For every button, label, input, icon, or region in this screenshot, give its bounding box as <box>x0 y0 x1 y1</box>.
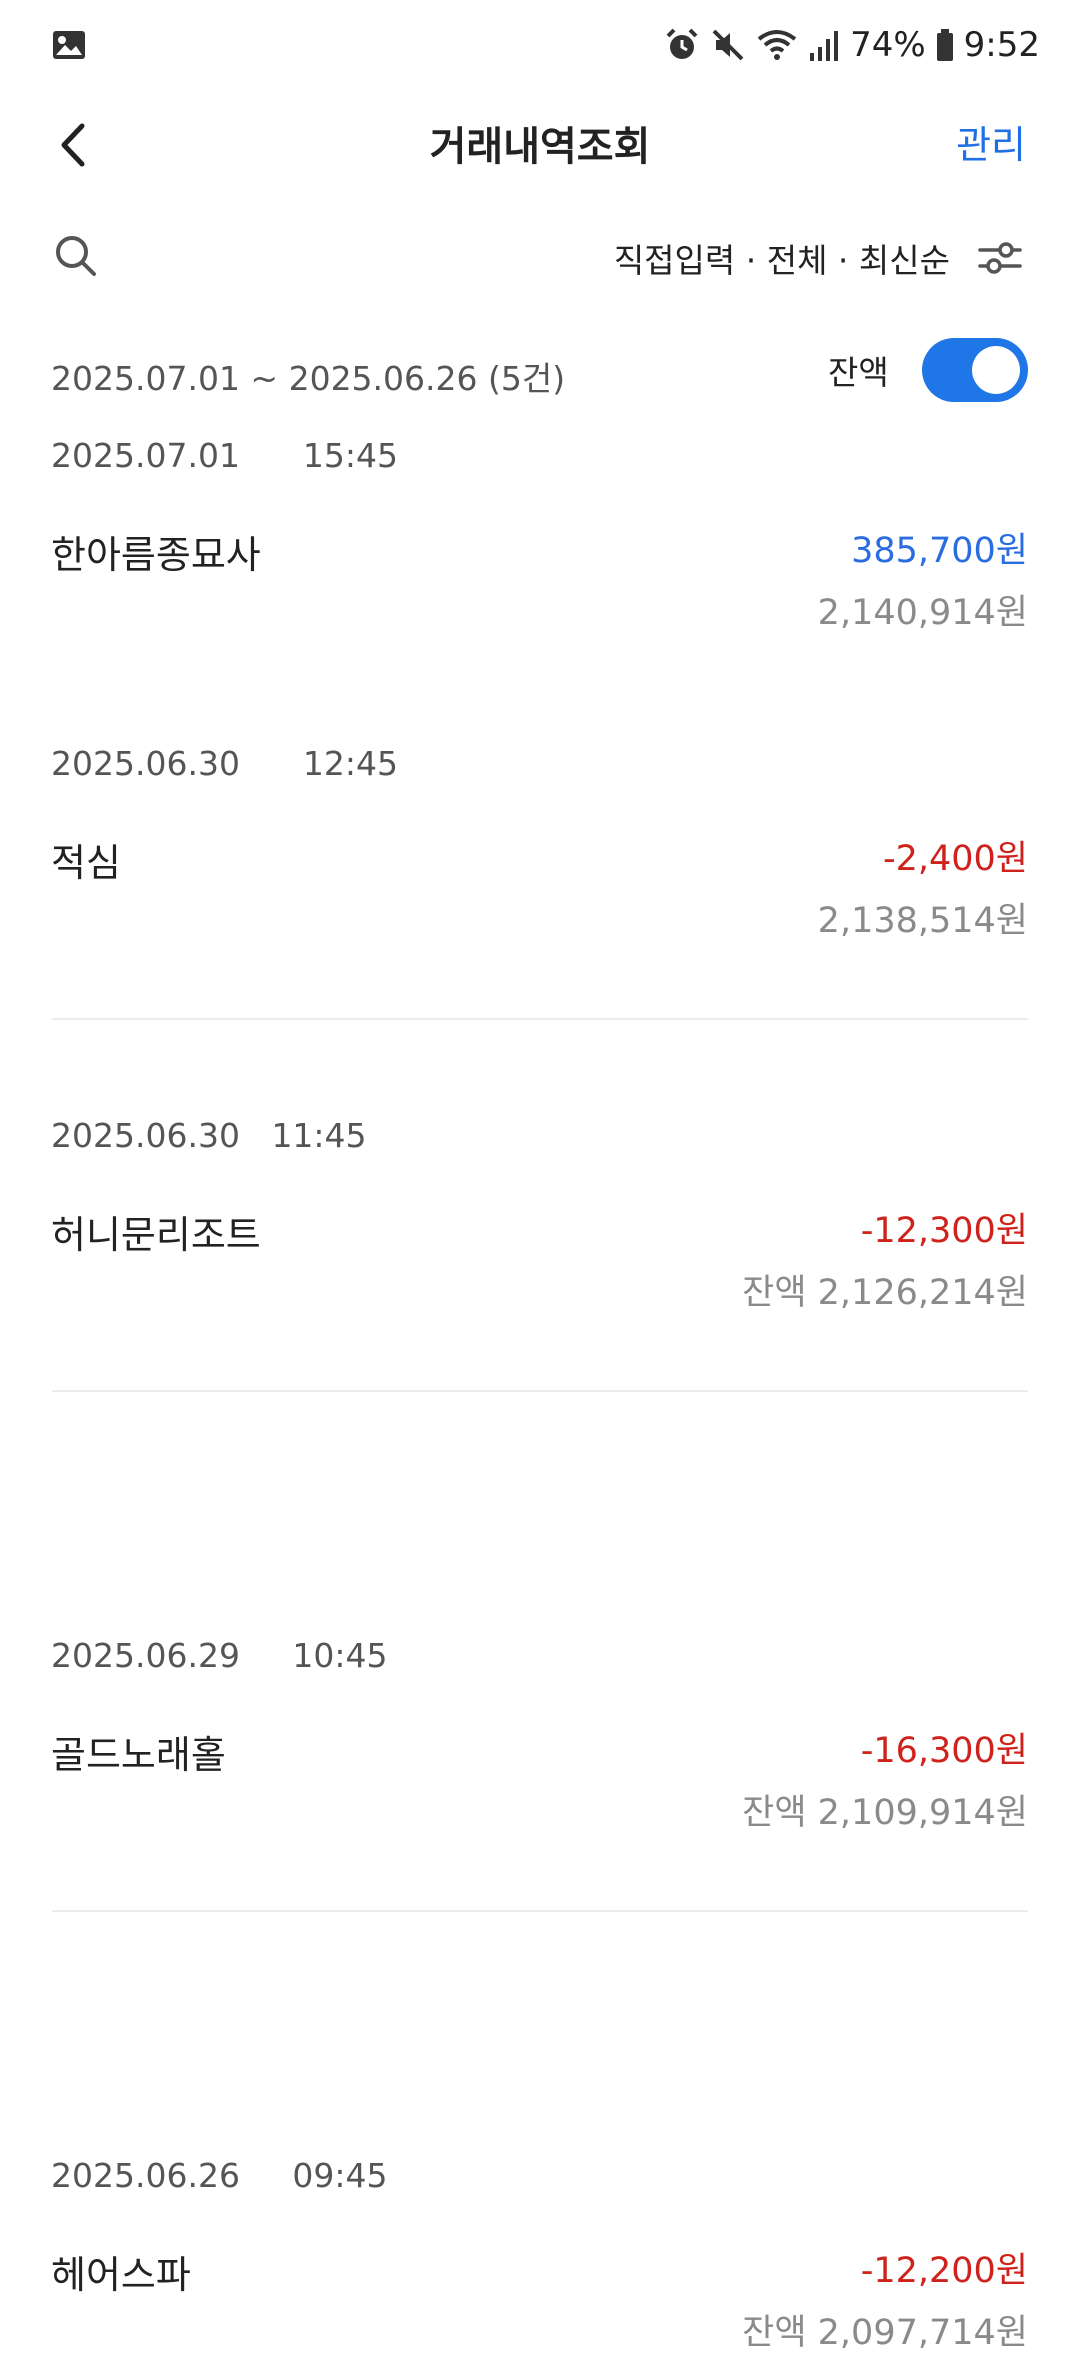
battery-icon <box>936 29 953 61</box>
transaction-date: 2025.06.30 <box>51 744 240 783</box>
transaction-time: 09:45 <box>292 2156 388 2195</box>
divider <box>52 1390 1028 1392</box>
filter-summary[interactable]: 직접입력 · 전체 · 최신순 <box>614 234 950 282</box>
transaction-amount: -12,200원 <box>860 2251 1028 2291</box>
transaction-balance: 잔액 2,097,714원 <box>742 2313 1028 2353</box>
alarm-icon <box>666 28 698 59</box>
filter-sliders-icon[interactable] <box>976 238 1024 278</box>
transaction-merchant: 골드노래홀 <box>51 1733 226 1777</box>
status-icons: 74% 9:52 <box>664 24 1040 66</box>
page-title: 거래내역조회 <box>429 124 651 170</box>
transaction-amount: 385,700원 <box>851 531 1028 571</box>
header: 거래내역조회 관리 <box>0 90 1080 200</box>
transaction-date: 2025.07.01 <box>51 436 240 475</box>
toggle-knob <box>972 346 1020 394</box>
transaction-date: 2025.06.29 <box>51 1636 240 1675</box>
transaction-datetime: 2025.06.29 10:45 <box>51 1636 388 1675</box>
manage-button[interactable]: 관리 <box>956 114 1026 169</box>
transaction-time: 11:45 <box>271 1116 367 1155</box>
transaction-datetime: 2025.07.01 15:45 <box>51 436 398 475</box>
transaction-merchant: 허니문리조트 <box>51 1213 261 1257</box>
transaction-datetime: 2025.06.26 09:45 <box>51 2156 388 2195</box>
period-range: 2025.07.01 ~ 2025.06.26 (5건) <box>51 359 566 398</box>
transaction-datetime: 2025.06.30 12:45 <box>51 744 398 783</box>
transaction-amount: -2,400원 <box>882 839 1028 879</box>
transaction-time: 12:45 <box>302 744 399 783</box>
clock: 9:52 <box>963 25 1040 65</box>
gallery-icon <box>53 31 85 59</box>
transaction-merchant: 한아름종묘사 <box>51 533 261 577</box>
divider <box>52 1910 1028 1912</box>
balance-toggle-label: 잔액 <box>828 353 889 392</box>
transaction-time: 15:45 <box>302 436 399 475</box>
signal-icon <box>810 31 839 61</box>
battery-percent: 74% <box>850 25 926 65</box>
transaction-merchant: 적심 <box>51 841 121 885</box>
search-icon[interactable] <box>52 232 100 280</box>
transaction-merchant: 헤어스파 <box>51 2253 191 2297</box>
status-bar: 74% 9:52 <box>0 0 1080 90</box>
transaction-datetime: 2025.06.30 11:45 <box>51 1116 367 1155</box>
transaction-amount: -16,300원 <box>860 1731 1028 1771</box>
wifi-icon <box>757 30 797 60</box>
transaction-balance: 2,140,914원 <box>817 593 1028 633</box>
transaction-time: 10:45 <box>292 1636 388 1675</box>
transaction-balance: 2,138,514원 <box>817 901 1028 941</box>
transaction-balance: 잔액 2,109,914원 <box>742 1793 1028 1833</box>
transaction-amount: -12,300원 <box>860 1211 1028 1251</box>
balance-toggle[interactable] <box>922 338 1028 402</box>
transaction-balance: 잔액 2,126,214원 <box>742 1273 1028 1313</box>
divider <box>52 1018 1028 1020</box>
mute-icon <box>712 29 744 61</box>
transaction-date: 2025.06.30 <box>51 1116 240 1155</box>
transaction-date: 2025.06.26 <box>51 2156 240 2195</box>
